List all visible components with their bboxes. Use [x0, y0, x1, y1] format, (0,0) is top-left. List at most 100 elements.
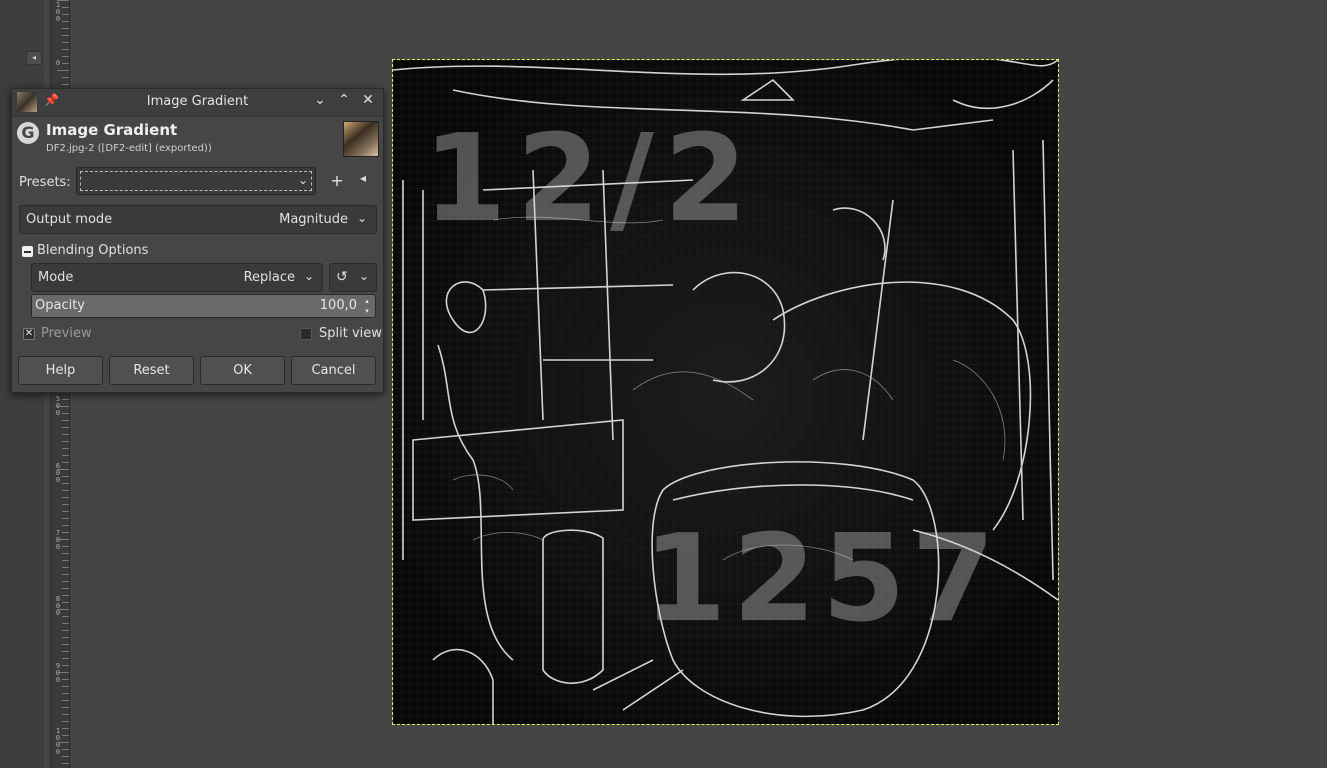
ruler-tick [62, 679, 69, 680]
chevron-down-icon[interactable]: ⌄ [311, 92, 329, 108]
ruler-tick [62, 483, 69, 484]
ruler-tick [62, 567, 69, 568]
ruler-tick [62, 476, 69, 477]
presets-combo[interactable]: ⌄ [76, 167, 316, 195]
ruler-tick [62, 735, 69, 736]
ruler-label: 700 [55, 529, 61, 551]
ruler-label: 900 [55, 662, 61, 684]
dialog-header: G Image Gradient DF2.jpg-2 ([DF2-edit] (… [12, 117, 383, 159]
ruler-tick [62, 714, 69, 715]
chevron-down-icon: ⌄ [303, 269, 314, 283]
split-view-label: Split view [319, 326, 382, 341]
ruler-tick [57, 742, 69, 743]
dialog-titlebar[interactable]: 📌 Image Gradient ⌄ ⌃ ✕ [12, 89, 383, 117]
ruler-tick [57, 539, 69, 540]
ruler-tick [62, 658, 69, 659]
ruler-tick [62, 84, 69, 85]
dialog-subtitle: DF2.jpg-2 ([DF2-edit] (exported)) [46, 143, 212, 154]
opacity-slider[interactable]: Opacity 100,0 ▴ ▾ [31, 294, 376, 318]
ruler-tick [62, 665, 69, 666]
output-mode-label: Output mode [26, 212, 113, 227]
ruler-tick [62, 763, 69, 764]
ruler-tick [62, 420, 69, 421]
close-icon[interactable]: ✕ [359, 92, 377, 108]
chevron-down-icon: ⌄ [356, 211, 367, 225]
ruler-tick [62, 693, 69, 694]
ruler-tick [57, 672, 69, 673]
ok-button[interactable]: OK [200, 356, 285, 385]
ruler-tick [62, 749, 69, 750]
ruler-tick [62, 637, 69, 638]
svg-text:12/2: 12/2 [423, 110, 757, 249]
split-view-checkbox[interactable] [300, 328, 312, 340]
blending-options-label[interactable]: Blending Options [37, 243, 148, 258]
dialog-title: Image Gradient [46, 121, 178, 139]
ruler-tick [62, 7, 69, 8]
ruler-tick [62, 77, 69, 78]
preview-label: Preview [41, 326, 92, 341]
ruler-tick [62, 616, 69, 617]
ruler-tick [62, 595, 69, 596]
ruler-tick [62, 700, 69, 701]
ruler-tick [62, 448, 69, 449]
ruler-tick [57, 609, 69, 610]
menu-arrow-icon[interactable]: ◂ [353, 171, 373, 185]
collapse-icon[interactable] [22, 246, 33, 257]
chevron-down-icon: ⌄ [297, 173, 308, 187]
ruler-tick [62, 756, 69, 757]
reset-arrow-icon: ↺ [336, 269, 348, 285]
ruler-tick [62, 427, 69, 428]
ruler-label: 100 [55, 1, 61, 23]
ruler-tick [62, 511, 69, 512]
ruler-tick [62, 14, 69, 15]
ruler-tick [62, 581, 69, 582]
cancel-button[interactable]: Cancel [291, 356, 376, 385]
ruler-tick [62, 518, 69, 519]
plus-icon[interactable]: + [327, 171, 347, 190]
chevron-up-icon[interactable]: ⌃ [335, 92, 353, 108]
ruler-tick [62, 686, 69, 687]
presets-value [80, 171, 312, 191]
ruler-tick [62, 434, 69, 435]
mode-value: Replace [243, 270, 295, 285]
preview-checkbox[interactable]: ✕ [23, 328, 35, 340]
ruler-tick [62, 504, 69, 505]
help-button[interactable]: Help [18, 356, 103, 385]
ruler-tick [57, 0, 69, 1]
spin-arrows-icon[interactable]: ▴ ▾ [361, 296, 373, 316]
gimp-logo-icon: G [17, 122, 39, 144]
presets-label: Presets: [19, 175, 71, 190]
output-mode-combo[interactable]: Output mode Magnitude ⌄ [19, 205, 377, 234]
output-mode-value: Magnitude [279, 212, 348, 227]
ruler-tick [62, 497, 69, 498]
ruler-tick [62, 546, 69, 547]
ruler-label: 600 [55, 462, 61, 484]
ruler-tick [57, 70, 69, 71]
ruler-tick [62, 532, 69, 533]
ruler-tick [62, 630, 69, 631]
ruler-tick [62, 623, 69, 624]
ruler-tick [62, 63, 69, 64]
composite-mode-button[interactable]: ↺ ⌄ [329, 263, 377, 292]
chevron-down-icon: ⌄ [358, 269, 369, 283]
ruler-label: 800 [55, 595, 61, 617]
ruler-tick [62, 56, 69, 57]
ruler-tick [62, 728, 69, 729]
image-canvas[interactable]: 12/2 1257 [392, 59, 1059, 725]
ruler-tick [62, 21, 69, 22]
ruler-tick [62, 721, 69, 722]
ruler-tick [62, 413, 69, 414]
mode-label: Mode [38, 270, 74, 285]
ruler-tick [62, 644, 69, 645]
ruler-tick [62, 455, 69, 456]
ruler-tick [62, 49, 69, 50]
ruler-tick [62, 28, 69, 29]
ruler-tick [62, 441, 69, 442]
ruler-tick [62, 525, 69, 526]
mode-combo[interactable]: Mode Replace ⌄ [31, 263, 323, 292]
ruler-tick [57, 469, 69, 470]
ruler-tick [62, 602, 69, 603]
ruler-tick [62, 588, 69, 589]
reset-button[interactable]: Reset [109, 356, 194, 385]
panel-menu-icon[interactable]: ◂ [26, 51, 42, 65]
